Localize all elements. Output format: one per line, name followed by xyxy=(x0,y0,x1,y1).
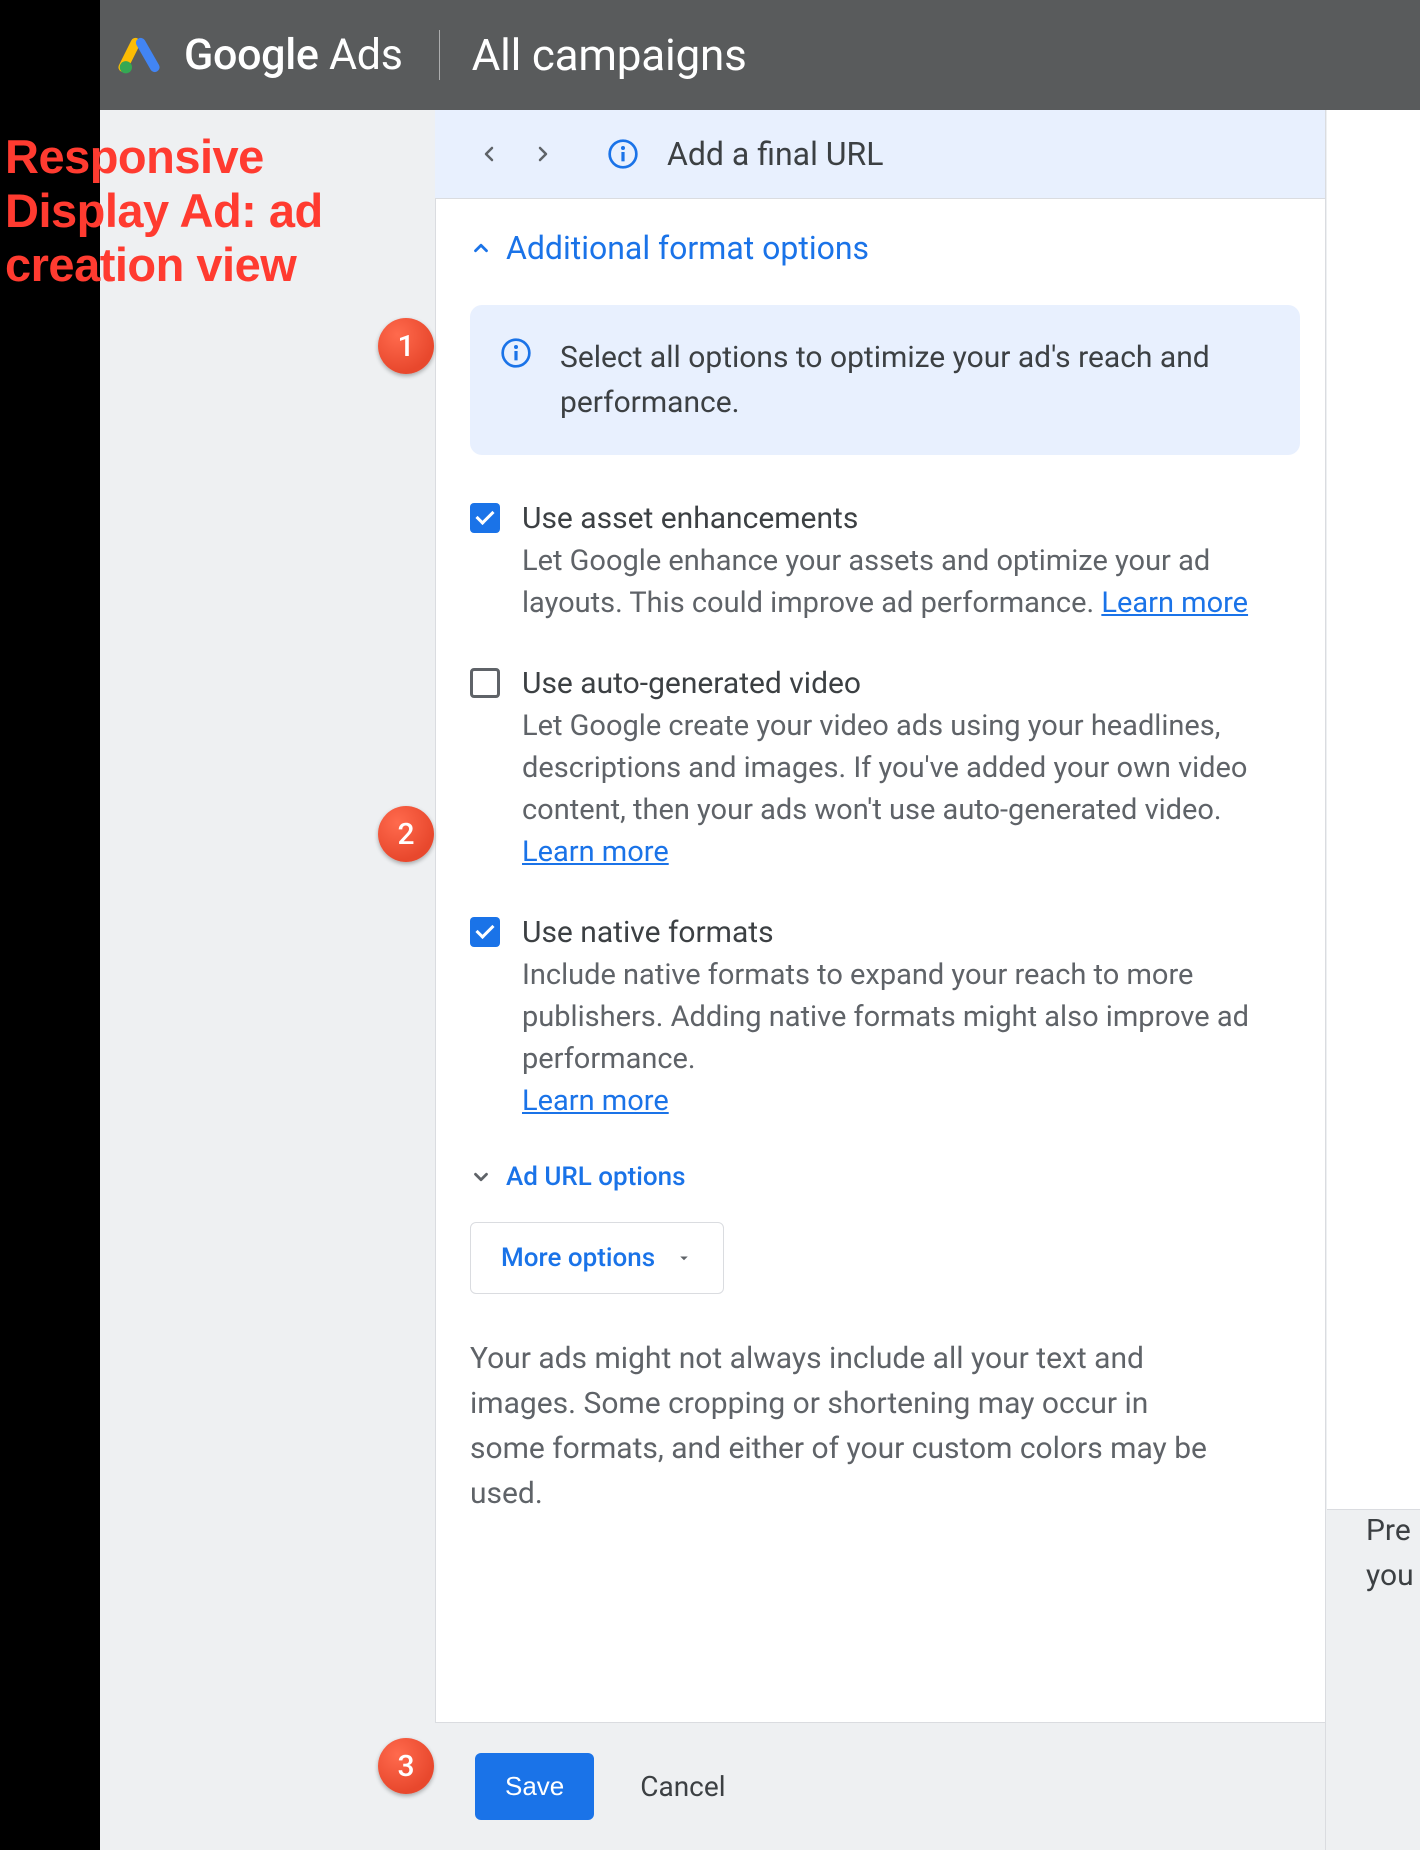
next-issue-button[interactable] xyxy=(531,142,555,166)
option-desc: Let Google enhance your assets and optim… xyxy=(522,540,1300,624)
option-title: Use auto-generated video xyxy=(522,666,1300,701)
banner-text: Add a final URL xyxy=(667,135,883,173)
info-icon xyxy=(607,138,639,170)
option-desc: Let Google create your video ads using y… xyxy=(522,705,1300,873)
option-title: Use asset enhancements xyxy=(522,501,1300,536)
more-options-button[interactable]: More options xyxy=(470,1222,724,1294)
disclaimer-text: Your ads might not always include all yo… xyxy=(470,1336,1230,1516)
footer-actions: Save Cancel xyxy=(435,1723,1420,1850)
callout-marker-1: 1 xyxy=(378,318,434,374)
chevron-down-icon xyxy=(470,1166,492,1188)
native-formats-checkbox[interactable] xyxy=(470,917,500,947)
asset-enhancements-checkbox[interactable] xyxy=(470,503,500,533)
auto-generated-video-checkbox[interactable] xyxy=(470,668,500,698)
ad-url-options-expander[interactable]: Ad URL options xyxy=(470,1162,1300,1192)
header-divider xyxy=(439,30,440,80)
product-name: Google Ads xyxy=(184,30,403,80)
header-title: All campaigns xyxy=(472,29,747,81)
learn-more-link[interactable]: Learn more xyxy=(522,1084,669,1118)
option-desc: Include native formats to expand your re… xyxy=(522,954,1300,1122)
info-box-text: Select all options to optimize your ad's… xyxy=(560,335,1260,425)
additional-format-options-expander[interactable]: Additional format options xyxy=(470,229,1300,267)
cancel-button[interactable]: Cancel xyxy=(640,1770,725,1803)
callout-marker-2: 2 xyxy=(378,806,434,862)
option-native-formats: Use native formats Include native format… xyxy=(470,915,1300,1122)
overlay-annotation: Responsive Display Ad: ad creation view xyxy=(5,130,375,292)
main-panel: Add a final URL Additional format option… xyxy=(435,110,1420,1850)
chevron-up-icon xyxy=(470,237,492,259)
optimize-info-box: Select all options to optimize your ad's… xyxy=(470,305,1300,455)
validation-banner: Add a final URL xyxy=(435,110,1420,199)
google-ads-logo-icon xyxy=(118,34,160,76)
learn-more-link[interactable]: Learn more xyxy=(522,835,669,869)
option-asset-enhancements: Use asset enhancements Let Google enhanc… xyxy=(470,501,1300,624)
app-header: Google Ads All campaigns xyxy=(100,0,1420,110)
save-button[interactable]: Save xyxy=(475,1753,594,1820)
more-options-label: More options xyxy=(501,1243,655,1273)
callout-marker-3: 3 xyxy=(378,1738,434,1794)
ad-url-label: Ad URL options xyxy=(506,1162,686,1192)
caret-down-icon xyxy=(675,1249,693,1267)
learn-more-link[interactable]: Learn more xyxy=(1101,586,1248,620)
prev-issue-button[interactable] xyxy=(477,142,501,166)
option-title: Use native formats xyxy=(522,915,1300,950)
content-left-gutter xyxy=(100,110,435,1850)
option-auto-generated-video: Use auto-generated video Let Google crea… xyxy=(470,666,1300,873)
expander-label: Additional format options xyxy=(506,229,869,267)
info-icon xyxy=(500,337,532,373)
google-ads-logo: Google Ads xyxy=(118,30,403,80)
preview-panel-cropped: Preyou xyxy=(1325,110,1420,1850)
